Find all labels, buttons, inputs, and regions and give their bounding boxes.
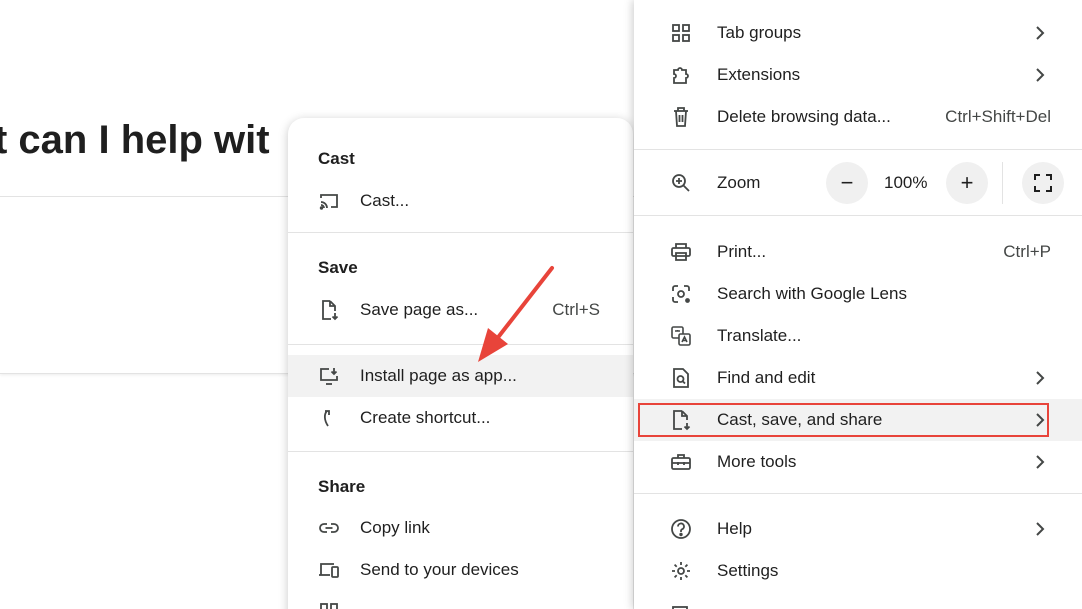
menu-item-extensions[interactable]: Extensions — [634, 54, 1082, 96]
zoom-label: Zoom — [717, 173, 761, 192]
menu-item-label: Delete browsing data... — [717, 107, 891, 126]
menu-item-copy-link[interactable]: Copy link — [288, 507, 633, 549]
toolbox-icon — [670, 451, 692, 473]
menu-item-label: Copy link — [360, 518, 430, 537]
tab-groups-icon — [670, 22, 692, 44]
exit-icon — [670, 604, 692, 609]
menu-item-find-and-edit[interactable]: Find and edit — [634, 357, 1082, 399]
menu-item-print[interactable]: Print... Ctrl+P — [634, 231, 1082, 273]
shortcut-label: Ctrl+P — [1003, 242, 1051, 261]
menu-item-delete-browsing-data[interactable]: Delete browsing data... Ctrl+Shift+Del — [634, 96, 1082, 138]
section-heading-share: Share — [318, 477, 366, 496]
menu-item-partial[interactable] — [288, 591, 633, 609]
zoom-separator — [1002, 162, 1003, 204]
menu-item-partial[interactable] — [634, 594, 1082, 609]
menu-item-label: Tab groups — [717, 23, 802, 42]
page-heading: t can I help wit — [0, 118, 270, 162]
install-app-icon — [318, 365, 340, 387]
trash-icon — [670, 106, 692, 128]
menu-item-label: Save page as... — [360, 300, 479, 319]
menu-item-label: Find and edit — [717, 368, 816, 387]
cast-save-share-submenu: Cast Cast... Save Save page as... Ctrl+S… — [288, 118, 633, 609]
link-icon — [318, 517, 340, 539]
chrome-main-menu: Tab groups Extensions Delete browsing da… — [634, 0, 1082, 609]
menu-item-create-shortcut[interactable]: Create shortcut... — [288, 397, 633, 439]
chevron-right-icon — [1034, 67, 1046, 83]
zoom-icon — [670, 172, 692, 194]
menu-item-label: Print... — [717, 242, 767, 261]
menu-item-translate[interactable]: Translate... — [634, 315, 1082, 357]
zoom-out-button[interactable]: − — [826, 162, 868, 204]
save-page-icon — [318, 299, 340, 321]
lens-icon — [670, 283, 692, 305]
chevron-right-icon — [1034, 521, 1046, 537]
gear-icon — [670, 560, 692, 582]
menu-divider — [634, 493, 1082, 494]
section-divider — [288, 344, 633, 345]
menu-item-label: More tools — [717, 452, 797, 471]
menu-item-label: Send to your devices — [360, 560, 519, 579]
section-divider — [288, 232, 633, 233]
shortcut-label: Ctrl+Shift+Del — [945, 107, 1051, 126]
section-heading-cast: Cast — [318, 149, 355, 168]
chevron-right-icon — [1034, 25, 1046, 41]
translate-icon — [670, 325, 692, 347]
menu-divider — [634, 149, 1082, 150]
cast-save-icon — [670, 409, 692, 431]
chevron-right-icon — [1034, 454, 1046, 470]
menu-item-label: Extensions — [717, 65, 801, 84]
menu-item-save-page[interactable]: Save page as... Ctrl+S — [288, 289, 633, 331]
menu-item-help[interactable]: Help — [634, 508, 1082, 550]
qr-code-icon — [318, 601, 340, 609]
menu-item-label: Cast, save, and share — [717, 410, 883, 429]
fullscreen-icon — [1033, 173, 1053, 193]
menu-item-more-tools[interactable]: More tools — [634, 441, 1082, 483]
shortcut-icon — [318, 407, 340, 429]
menu-item-label: Translate... — [717, 326, 802, 345]
zoom-level: 100% — [884, 173, 928, 192]
devices-icon — [318, 559, 340, 581]
menu-item-label: Install page as app... — [360, 366, 517, 385]
section-divider — [288, 451, 633, 452]
cast-icon — [318, 190, 340, 212]
menu-item-send-to-devices[interactable]: Send to your devices — [288, 549, 633, 591]
chevron-right-icon — [1034, 412, 1046, 428]
find-icon — [670, 367, 692, 389]
menu-item-label: Cast... — [360, 191, 410, 210]
menu-item-google-lens[interactable]: Search with Google Lens — [634, 273, 1082, 315]
section-heading-save: Save — [318, 258, 358, 277]
menu-item-settings[interactable]: Settings — [634, 550, 1082, 592]
menu-item-tab-groups[interactable]: Tab groups — [634, 12, 1082, 54]
menu-item-label: Settings — [717, 561, 779, 580]
menu-item-install-app[interactable]: Install page as app... — [288, 355, 633, 397]
chevron-right-icon — [1034, 370, 1046, 386]
menu-item-cast[interactable]: Cast... — [288, 180, 633, 222]
puzzle-icon — [670, 64, 692, 86]
help-icon — [670, 518, 692, 540]
zoom-in-button[interactable]: + — [946, 162, 988, 204]
menu-divider — [634, 215, 1082, 216]
print-icon — [670, 241, 692, 263]
shortcut-label: Ctrl+S — [552, 300, 600, 319]
menu-item-cast-save-share[interactable]: Cast, save, and share — [634, 399, 1082, 441]
menu-item-label: Search with Google Lens — [717, 284, 907, 303]
fullscreen-button[interactable] — [1022, 162, 1064, 204]
menu-item-label: Help — [717, 519, 752, 538]
menu-item-label: Create shortcut... — [360, 408, 491, 427]
